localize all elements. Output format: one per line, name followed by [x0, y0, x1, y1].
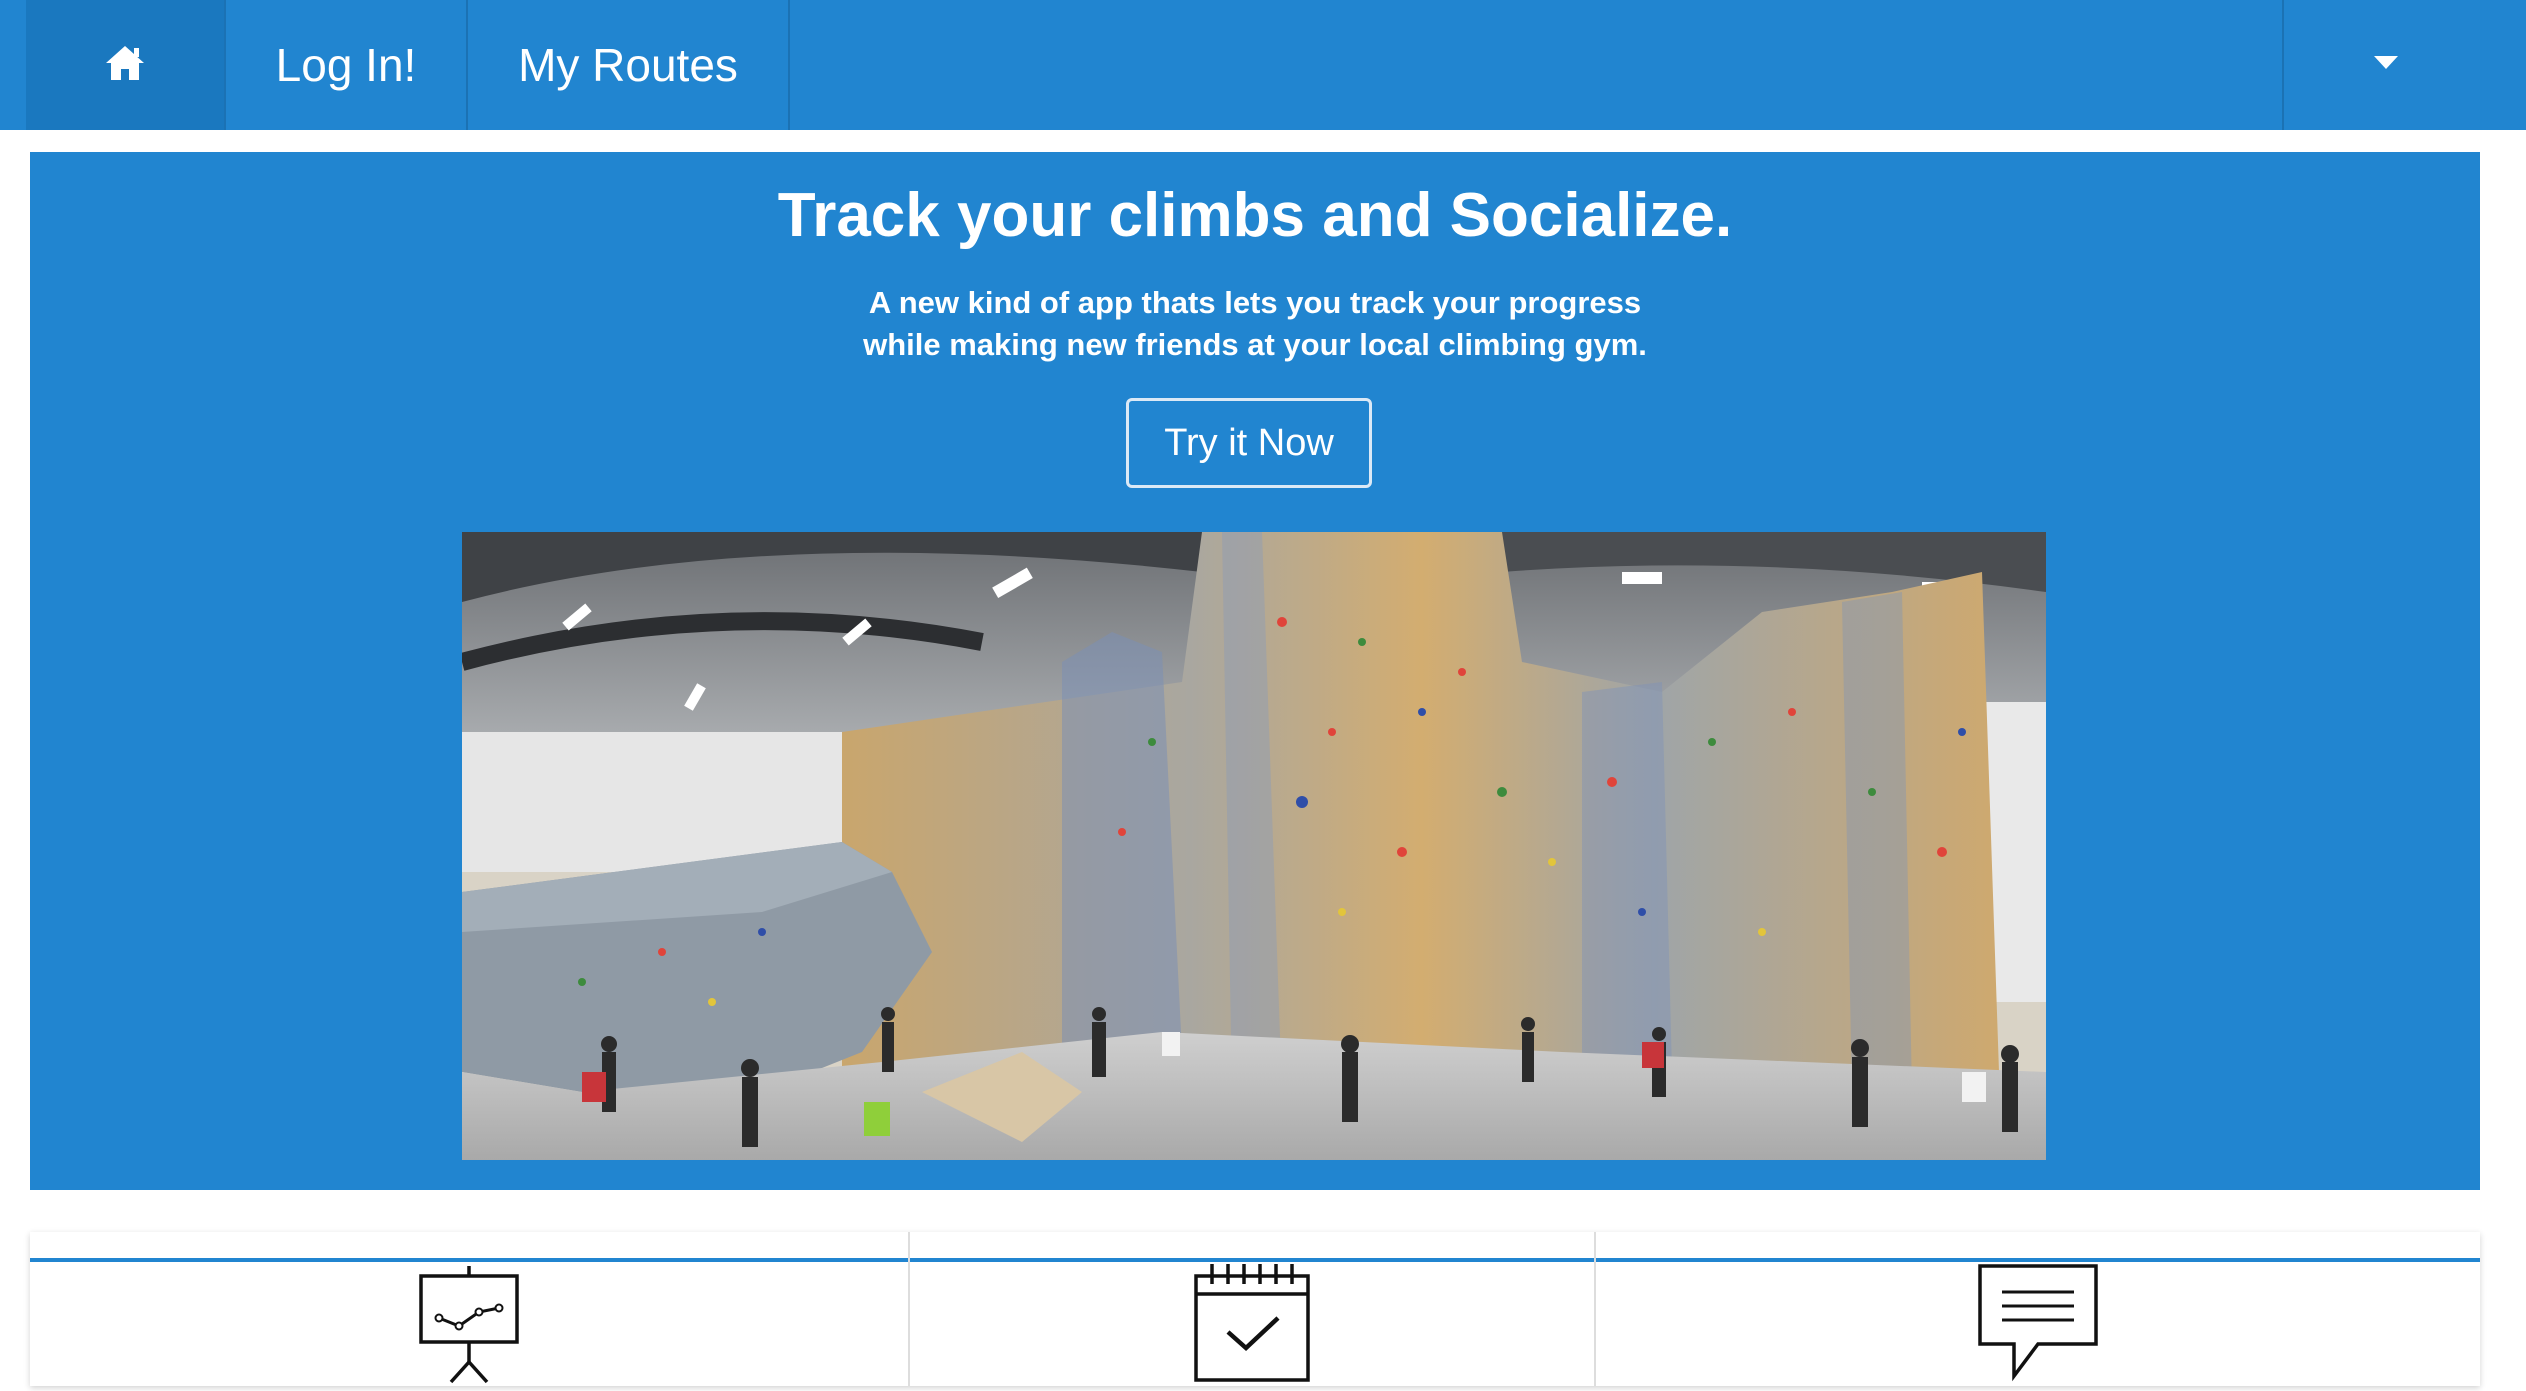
nav-dropdown-toggle[interactable]	[2282, 0, 2488, 130]
features-section	[30, 1232, 2480, 1386]
hero-subtitle-line-2: while making new friends at your local c…	[863, 327, 1647, 362]
try-it-now-button[interactable]: Try it Now	[1126, 398, 1372, 488]
nav-my-routes-label: My Routes	[518, 39, 738, 91]
home-icon	[104, 44, 146, 87]
nav-my-routes-link[interactable]: My Routes	[468, 0, 790, 130]
nav-login-link[interactable]: Log In!	[226, 0, 468, 130]
climbing-gym-photo	[462, 532, 2046, 1160]
hero-subtitle: A new kind of app thats lets you track y…	[30, 282, 2480, 366]
nav-login-label: Log In!	[275, 39, 417, 91]
nav-home-button[interactable]	[26, 0, 226, 130]
hero-title: Track your climbs and Socialize.	[777, 181, 1733, 250]
chat-bubble-icon	[1976, 1262, 2100, 1391]
feature-column-track	[30, 1232, 910, 1386]
feature-column-schedule	[910, 1232, 1596, 1386]
caret-down-icon	[2374, 55, 2398, 75]
presentation-chart-icon	[417, 1262, 521, 1391]
hero-subtitle-line-1: A new kind of app thats lets you track y…	[868, 285, 1642, 320]
feature-column-socialize	[1596, 1232, 2480, 1386]
top-navbar: Log In! My Routes	[0, 0, 2526, 130]
hero-section: Track your climbs and Socialize. A new k…	[30, 152, 2480, 1190]
calendar-check-icon	[1192, 1262, 1312, 1391]
